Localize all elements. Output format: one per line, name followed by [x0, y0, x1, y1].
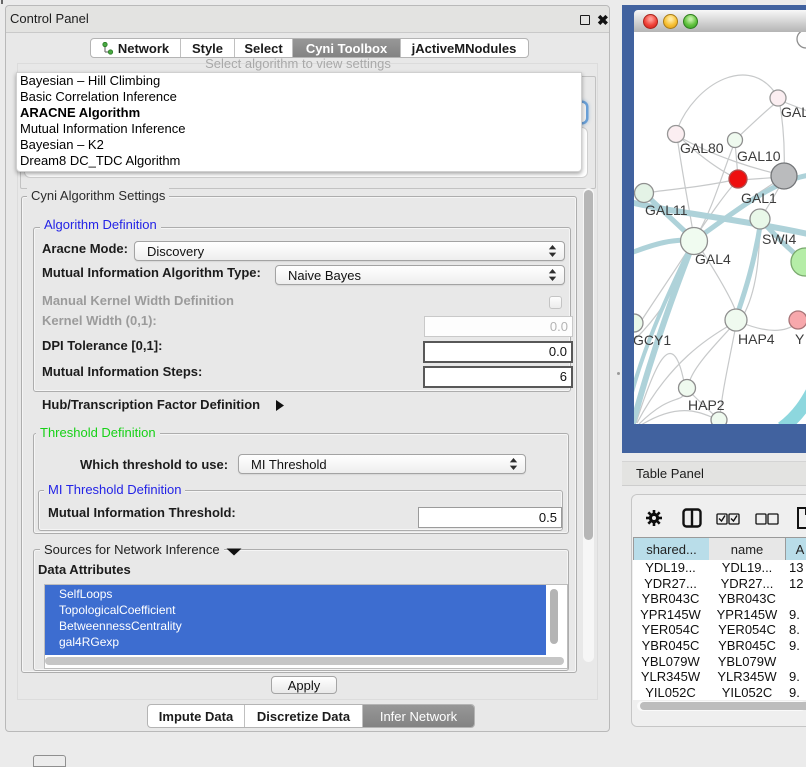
- svg-text:HAP4: HAP4: [738, 331, 775, 347]
- svg-text:SWI4: SWI4: [762, 231, 796, 247]
- svg-text:GAL: GAL: [781, 104, 806, 120]
- svg-text:GAL4: GAL4: [695, 251, 731, 267]
- svg-text:GAL11: GAL11: [645, 202, 688, 218]
- svg-text:GCY1: GCY1: [634, 332, 671, 348]
- svg-text:GAL10: GAL10: [737, 148, 781, 164]
- svg-text:GAL1: GAL1: [741, 190, 777, 206]
- svg-text:HAP2: HAP2: [688, 397, 725, 413]
- svg-text:Y: Y: [795, 331, 805, 347]
- svg-text:GAL80: GAL80: [680, 140, 724, 156]
